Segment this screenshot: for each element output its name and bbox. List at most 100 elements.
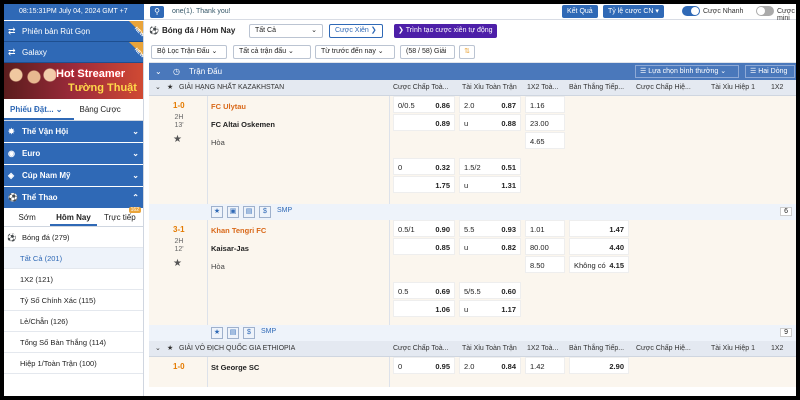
handicap-home-odds[interactable]: 0 0.95 <box>393 357 455 374</box>
handicap-home-odds[interactable]: 0.5/1 0.90 <box>393 220 455 237</box>
col-1x2-ft: 1X2 Toà... <box>527 345 559 352</box>
olympics-icon: ✸ <box>8 127 15 136</box>
streamer-banner[interactable]: Hot Streamer Tường Thuật <box>4 63 143 99</box>
tab-today[interactable]: Hôm Nay <box>50 209 97 226</box>
col-ou-1h: Tài Xỉu Hiệp 1 <box>711 345 755 352</box>
all-matches-select[interactable]: Tất cả trận đấu ⌄ <box>233 45 311 59</box>
no-goal-odds[interactable]: Không có 4.15 <box>569 256 629 273</box>
league-header[interactable]: ⌄ ★ GIẢI VÔ ĐỊCH QUỐC GIA ETHIOPIA Cược … <box>149 341 796 368</box>
over-odds[interactable]: 5/5.5 0.60 <box>459 282 521 299</box>
favorite-star-icon[interactable]: ★ <box>173 134 182 145</box>
star-icon[interactable]: ★ <box>167 341 173 357</box>
ticket-tabs: Phiếu Đặt... ⌄ Bảng Cược <box>4 99 143 121</box>
parlay-builder-button[interactable]: ❯ Trình tạo cược xiên tự động <box>394 24 497 38</box>
chevron-down-icon[interactable]: ⌄ <box>155 63 162 80</box>
tab-bet-slip[interactable]: Phiếu Đặt... ⌄ <box>4 99 74 120</box>
under-odds[interactable]: u 0.88 <box>459 114 521 131</box>
total-line: 5/5.5 <box>464 287 481 296</box>
menu-item-all[interactable]: Tất Cả (201) <box>4 248 143 269</box>
dollar-icon[interactable]: $ <box>259 206 271 218</box>
menu-item-ht-ft[interactable]: Hiệp 1/Toàn Trận (100) <box>4 353 143 374</box>
1x2-away-odds[interactable]: 80.00 <box>525 238 565 255</box>
tv-icon[interactable]: ▤ <box>243 206 255 218</box>
handicap-home-odds[interactable]: 0 0.32 <box>393 158 455 175</box>
odds-value: 0.89 <box>435 119 450 128</box>
over-odds[interactable]: 1.5/2 0.51 <box>459 158 521 175</box>
league-count-select[interactable]: (58 / 58) Giải <box>400 45 455 59</box>
menu-item-correct-score[interactable]: Tỷ Số Chính Xác (115) <box>4 290 143 311</box>
more-markets-button[interactable]: 9 <box>780 328 792 337</box>
under-odds[interactable]: u 1.31 <box>459 176 521 193</box>
under-label: u <box>464 243 469 252</box>
odds-value: 4.15 <box>609 261 624 270</box>
chevron-up-icon: ⌃ <box>132 193 139 202</box>
under-odds[interactable]: u 0.82 <box>459 238 521 255</box>
menu-item-total-goals[interactable]: Tổng Số Bàn Thắng (114) <box>4 332 143 353</box>
tv-icon[interactable]: ▤ <box>227 327 239 339</box>
1x2-home-odds[interactable]: 1.01 <box>525 220 565 237</box>
sport-sports[interactable]: ⚽ Thể Thao ⌃ <box>4 187 143 209</box>
chevron-down-icon: ⌄ <box>132 127 139 136</box>
menu-item-soccer[interactable]: ⚽ Bóng đá (279) <box>4 227 143 248</box>
dollar-icon[interactable]: $ <box>243 327 255 339</box>
favorite-star-icon[interactable]: ★ <box>173 258 182 269</box>
stats-icon[interactable]: ▣ <box>227 206 239 218</box>
handicap-away-odds[interactable]: 1.06 <box>393 300 455 317</box>
compact-version-button[interactable]: ⇄ Phiên bản Rút Gọn NEW <box>4 21 146 42</box>
odds-value: 0.69 <box>435 287 450 296</box>
new-badge-text: NEW <box>133 46 146 60</box>
handicap-home-odds[interactable]: 0.5 0.69 <box>393 282 455 299</box>
sport-euro[interactable]: ◉ Euro ⌄ <box>4 143 143 165</box>
draw-label: Hòa <box>211 138 225 147</box>
handicap-away-odds[interactable]: 1.75 <box>393 176 455 193</box>
handicap-away-odds[interactable]: 0.85 <box>393 238 455 255</box>
line-mode-dropdown[interactable]: ☰ Hai Dòng ⌄ <box>745 65 795 86</box>
over-odds[interactable]: 2.0 0.84 <box>459 357 521 374</box>
search-icon[interactable]: ⚲ <box>150 6 164 18</box>
handicap-away-odds[interactable]: 0.89 <box>393 114 455 131</box>
galaxy-button[interactable]: ⇄ Galaxy NEW <box>4 42 146 63</box>
under-odds[interactable]: u 1.17 <box>459 300 521 317</box>
odds-value: 1.06 <box>435 305 450 314</box>
handicap-home-odds[interactable]: 0/0.5 0.86 <box>393 96 455 113</box>
star-icon[interactable]: ★ <box>167 80 173 96</box>
sport-olympics[interactable]: ✸ Thế Vận Hội ⌄ <box>4 121 143 143</box>
parlay-button[interactable]: Cược Xiên ❯ <box>329 24 383 38</box>
match-filter-select[interactable]: Bộ Lọc Trận Đấu ⌄ <box>151 45 227 59</box>
odds-value: 80.00 <box>530 243 549 252</box>
next-goal-home-odds[interactable]: 1.47 <box>569 220 629 237</box>
sport-copa-america[interactable]: ◈ Cúp Nam Mỹ ⌄ <box>4 165 143 187</box>
sort-icon[interactable]: ⇅ <box>459 45 475 59</box>
time-range-select[interactable]: Từ trước đến nay ⌄ <box>315 45 395 59</box>
star-icon[interactable]: ★ <box>211 206 223 218</box>
results-button[interactable]: Kết Quả <box>562 5 598 18</box>
smp-link[interactable]: SMP <box>259 327 278 339</box>
more-markets-button[interactable]: 6 <box>780 207 792 216</box>
over-odds[interactable]: 5.5 0.93 <box>459 220 521 237</box>
tab-bet-board[interactable]: Bảng Cược <box>74 99 144 120</box>
1x2-draw-odds[interactable]: 8.50 <box>525 256 565 273</box>
league-header[interactable]: ⌄ ★ GIẢI HẠNG NHẤT KAZAKHSTAN Cược Chấp … <box>149 80 796 107</box>
1x2-home-odds[interactable]: 1.42 <box>525 357 565 374</box>
mini-bet-toggle[interactable] <box>756 6 774 16</box>
new-badge: NEW <box>129 42 146 59</box>
banner-subtitle: Tường Thuật <box>68 82 137 94</box>
over-odds[interactable]: 2.0 0.87 <box>459 96 521 113</box>
odds-value: 8.50 <box>530 261 545 270</box>
market-filter-select[interactable]: Tất Cả ⌄ <box>249 24 323 38</box>
match-filter-value: Bộ Lọc Trận Đấu <box>157 48 210 55</box>
selection-mode-dropdown[interactable]: ☰ Lựa chọn bình thường ⌄ <box>635 65 739 78</box>
next-goal-home-odds[interactable]: 2.90 <box>569 357 629 374</box>
1x2-draw-odds[interactable]: 4.65 <box>525 132 565 149</box>
smp-link[interactable]: SMP <box>275 206 294 218</box>
star-icon[interactable]: ★ <box>211 327 223 339</box>
odds-type-dropdown[interactable]: Tỷ lệ cược CN ▾ <box>603 5 664 18</box>
1x2-away-odds[interactable]: 23.00 <box>525 114 565 131</box>
fast-bet-toggle[interactable] <box>682 6 700 16</box>
menu-item-odd-even[interactable]: Lẻ/Chẵn (126) <box>4 311 143 332</box>
tab-early[interactable]: Sớm <box>4 209 50 226</box>
list-icon: ☰ <box>750 68 757 75</box>
1x2-home-odds[interactable]: 1.16 <box>525 96 565 113</box>
next-goal-away-odds[interactable]: 4.40 <box>569 238 629 255</box>
menu-item-1x2[interactable]: 1X2 (121) <box>4 269 143 290</box>
